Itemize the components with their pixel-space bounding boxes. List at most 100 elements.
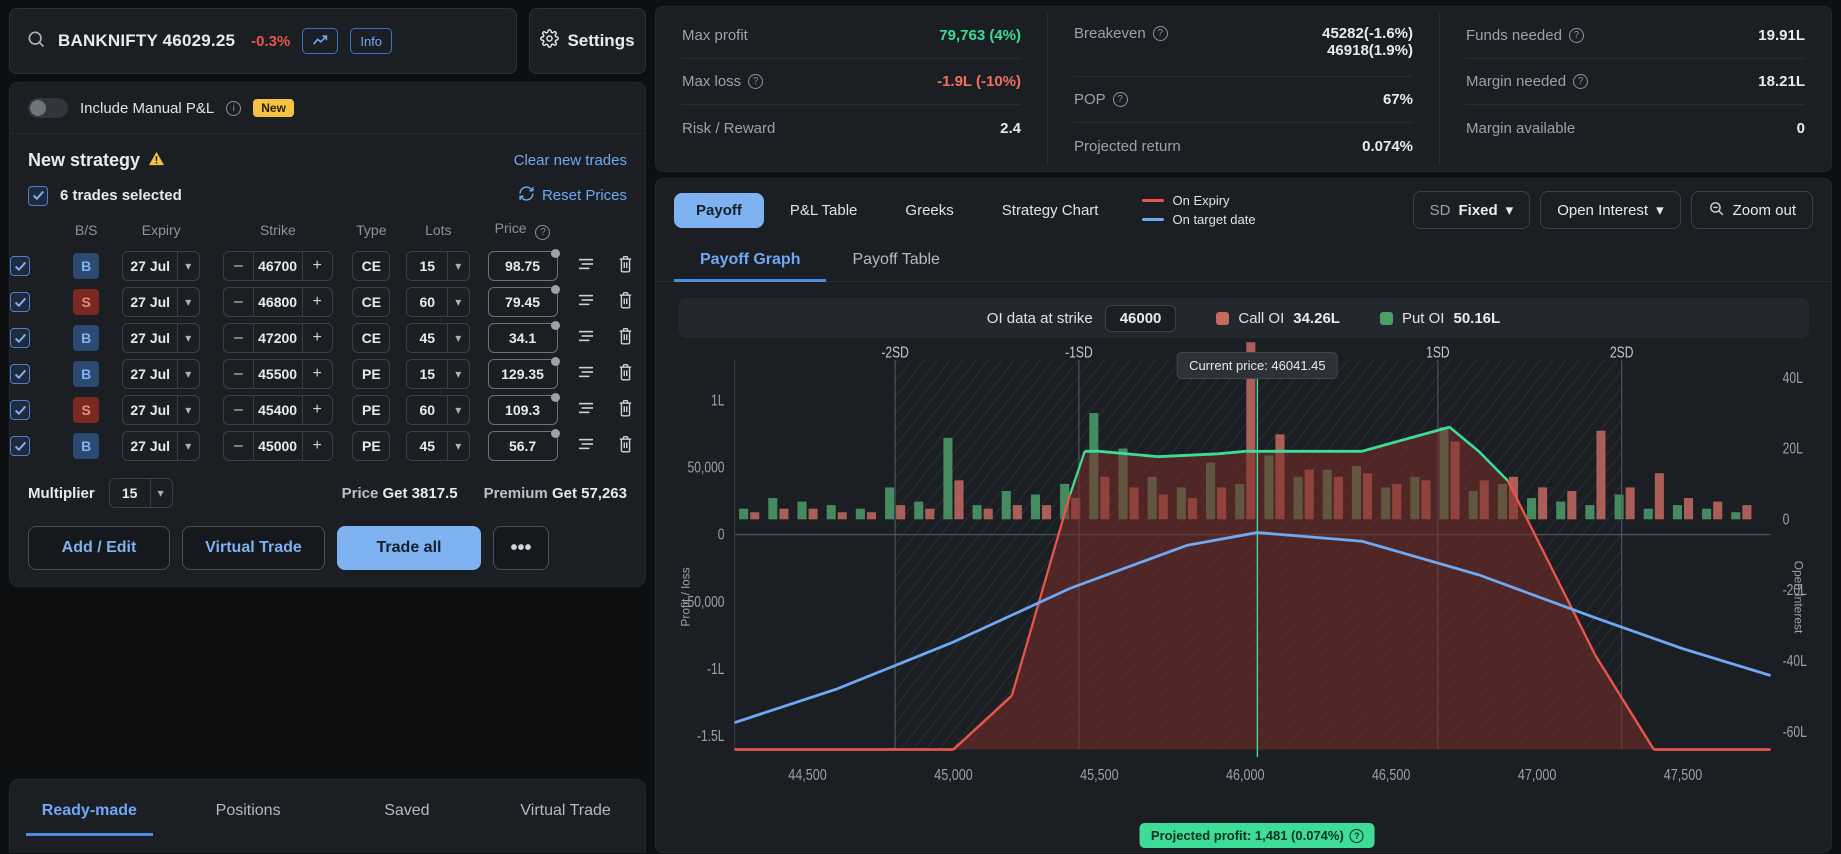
strike-decrement[interactable]: ‒ [224,293,253,311]
row-lots-select[interactable]: 15 ▾ [406,359,471,389]
help-icon[interactable]: ? [1573,74,1589,89]
row-options-icon[interactable] [577,365,595,379]
row-expiry-select[interactable]: 27 Jul ▾ [122,251,201,281]
table-row[interactable]: S 27 Jul ▾ ‒ 46800 + CE 60 ▾ 79.45 [10,284,645,320]
row-expiry-select[interactable]: 27 Jul ▾ [122,359,201,389]
delete-row-icon[interactable] [617,255,634,273]
chart-tab-payoff[interactable]: Payoff [674,192,764,228]
row-lots-select[interactable]: 60 ▾ [406,287,471,317]
bottom-tab-virtual-trade[interactable]: Virtual Trade [486,780,645,854]
delete-row-icon[interactable] [617,363,634,381]
row-strike-stepper[interactable]: ‒ 45500 + [222,359,333,389]
row-option-type[interactable]: PE [352,431,391,461]
row-checkbox[interactable] [10,256,30,276]
payoff-plot[interactable]: Profit / loss Open Interest -1.5L -1L -50,… [656,342,1831,852]
add-edit-button[interactable]: Add / Edit [28,526,170,570]
strike-increment[interactable]: + [302,437,331,455]
row-side[interactable]: B [73,325,100,351]
row-price-input[interactable]: 109.3 [487,393,560,425]
row-price-input[interactable]: 79.45 [487,285,560,317]
row-options-icon[interactable] [577,257,595,271]
row-price-input[interactable]: 129.35 [487,357,560,389]
table-row[interactable]: B 27 Jul ▾ ‒ 46700 + CE 15 ▾ 98.75 [10,248,645,284]
row-side[interactable]: S [73,397,100,423]
row-lots-select[interactable]: 45 ▾ [406,431,471,461]
reset-prices-button[interactable]: Reset Prices [518,185,627,206]
open-interest-dropdown[interactable]: Open Interest ▾ [1540,191,1681,229]
table-row[interactable]: B 27 Jul ▾ ‒ 45000 + PE 45 ▾ 56.7 [10,428,645,464]
table-row[interactable]: S 27 Jul ▾ ‒ 45400 + PE 60 ▾ 109.3 [10,392,645,428]
trend-up-icon[interactable] [302,28,339,54]
delete-row-icon[interactable] [617,399,634,417]
info-button[interactable]: Info [350,28,393,54]
row-options-icon[interactable] [577,437,595,451]
strike-decrement[interactable]: ‒ [224,437,253,455]
table-row[interactable]: B 27 Jul ▾ ‒ 47200 + CE 45 ▾ 34.1 [10,320,645,356]
row-strike-stepper[interactable]: ‒ 46800 + [222,287,333,317]
row-lots-select[interactable]: 15 ▾ [406,251,471,281]
row-expiry-select[interactable]: 27 Jul ▾ [122,287,201,317]
row-strike-stepper[interactable]: ‒ 46700 + [222,251,333,281]
row-option-type[interactable]: CE [352,287,391,317]
more-options-button[interactable]: ••• [493,526,549,570]
bottom-tab-positions[interactable]: Positions [169,780,328,854]
strike-increment[interactable]: + [302,329,331,347]
price-help-icon[interactable]: ? [535,225,551,240]
sub-tab-payoff-graph[interactable]: Payoff Graph [674,239,827,282]
help-icon[interactable]: ? [1152,26,1168,41]
row-expiry-select[interactable]: 27 Jul ▾ [122,431,201,461]
row-price-input[interactable]: 34.1 [487,321,560,353]
strike-decrement[interactable]: ‒ [224,401,253,419]
row-price-input[interactable]: 56.7 [487,429,560,461]
settings-button[interactable]: Settings [529,8,646,74]
row-price-input[interactable]: 98.75 [487,249,560,281]
strike-increment[interactable]: + [302,293,331,311]
row-strike-stepper[interactable]: ‒ 47200 + [222,323,333,353]
strike-increment[interactable]: + [302,401,331,419]
manual-pnl-toggle[interactable] [28,98,68,118]
table-row[interactable]: B 27 Jul ▾ ‒ 45500 + PE 15 ▾ 129.35 [10,356,645,392]
info-icon[interactable]: i [226,100,242,116]
delete-row-icon[interactable] [617,435,634,453]
bottom-tab-saved[interactable]: Saved [328,780,487,854]
strike-decrement[interactable]: ‒ [224,329,253,347]
row-checkbox[interactable] [10,364,30,384]
row-side[interactable]: S [73,289,100,315]
row-lots-select[interactable]: 60 ▾ [406,395,471,425]
row-option-type[interactable]: PE [352,359,391,389]
help-icon[interactable]: ? [748,74,764,89]
help-icon[interactable]: ? [1112,92,1128,107]
row-checkbox[interactable] [10,436,30,456]
row-options-icon[interactable] [577,401,595,415]
chart-tab-p-l-table[interactable]: P&L Table [768,193,880,228]
zoom-out-button[interactable]: Zoom out [1690,191,1813,229]
delete-row-icon[interactable] [617,291,634,309]
clear-new-trades-button[interactable]: Clear new trades [514,152,627,169]
row-strike-stepper[interactable]: ‒ 45400 + [222,395,333,425]
strike-increment[interactable]: + [302,257,331,275]
chart-tab-strategy-chart[interactable]: Strategy Chart [980,193,1121,228]
trade-all-button[interactable]: Trade all [337,526,481,570]
select-all-checkbox[interactable] [28,185,48,206]
row-expiry-select[interactable]: 27 Jul ▾ [122,323,201,353]
row-option-type[interactable]: PE [352,395,391,425]
multiplier-select[interactable]: 15 ▾ [108,478,173,508]
row-side[interactable]: B [73,253,100,279]
virtual-trade-button[interactable]: Virtual Trade [182,526,325,570]
row-strike-stepper[interactable]: ‒ 45000 + [222,431,333,461]
chart-tab-greeks[interactable]: Greeks [883,193,975,228]
row-checkbox[interactable] [10,400,30,420]
oi-strike-value[interactable]: 46000 [1104,304,1177,332]
select-all-group[interactable]: 6 trades selected [28,185,182,206]
row-options-icon[interactable] [577,293,595,307]
row-expiry-select[interactable]: 27 Jul ▾ [122,395,201,425]
strike-increment[interactable]: + [302,365,331,383]
row-option-type[interactable]: CE [352,323,391,353]
sub-tab-payoff-table[interactable]: Payoff Table [826,239,965,281]
sd-dropdown[interactable]: SD Fixed ▾ [1412,191,1531,229]
strike-decrement[interactable]: ‒ [224,365,253,383]
help-icon[interactable]: ? [1568,28,1584,43]
row-checkbox[interactable] [10,292,30,312]
row-side[interactable]: B [73,361,100,387]
strike-decrement[interactable]: ‒ [224,257,253,275]
